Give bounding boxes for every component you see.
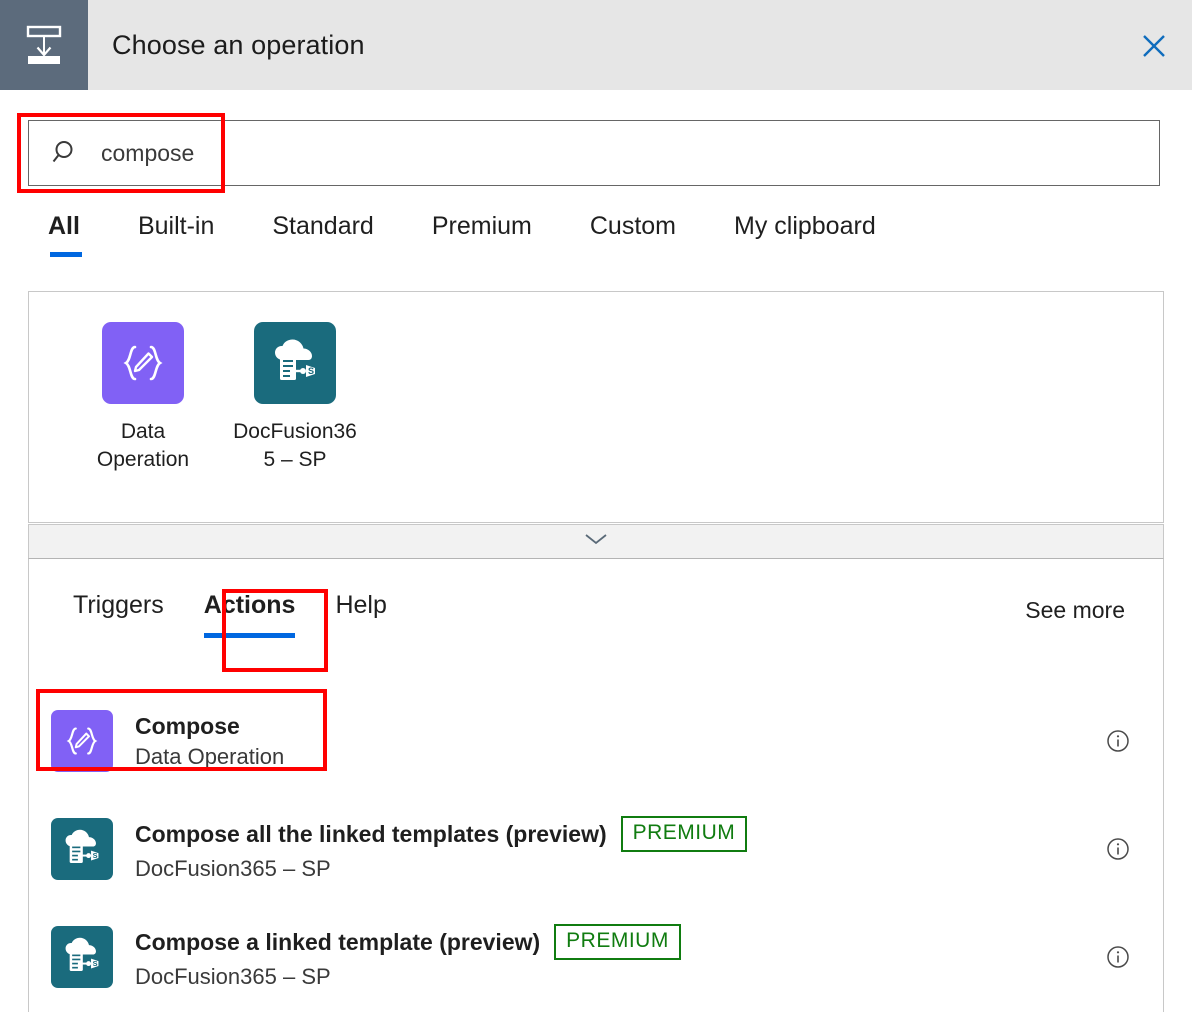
tab-custom[interactable]: Custom [590,212,676,257]
connector-card-label-line1: Data [120,420,166,443]
info-icon[interactable] [1103,836,1133,862]
collapse-connectors-strip[interactable] [28,524,1164,559]
list-item-subtitle: Data Operation [135,743,285,769]
list-item-text: Compose a linked template (preview) PREM… [135,924,1103,990]
search-input-value: compose [101,139,195,166]
docfusion365-icon: S [254,322,336,404]
connector-card-label-line1: DocFusion36 [233,420,357,443]
list-item-text: Compose all the linked templates (previe… [135,816,1103,882]
list-item-title: Compose all the linked templates (previe… [135,820,607,847]
subtab-help[interactable]: Help [335,591,386,638]
list-item-subtitle: DocFusion365 – SP [135,964,331,989]
list-item-title: Compose a linked template (preview) [135,928,541,955]
list-item-title-line: Compose [135,713,1103,740]
tab-all[interactable]: All [48,212,82,257]
list-item[interactable]: Compose Data Operation [29,687,1163,795]
insert-step-icon [0,0,88,90]
tab-premium[interactable]: Premium [432,212,532,257]
operation-type-tabs: Triggers Actions Help [73,591,427,638]
data-operation-icon [51,710,113,772]
svg-text:S: S [93,959,98,968]
list-item-subtitle: DocFusion365 – SP [135,856,331,881]
connector-card-label-line2: 5 – SP [263,448,327,471]
status-badge: PREMIUM [554,924,681,960]
see-more-link[interactable]: See more [1025,597,1125,624]
status-badge: PREMIUM [620,816,748,852]
operation-list: Compose Data Operation S Compose all the… [29,687,1163,1011]
subtab-triggers[interactable]: Triggers [73,591,164,638]
svg-text:S: S [93,851,98,860]
list-item-title: Compose [135,712,240,739]
connector-card-label: DocFusion36 5 – SP [233,418,357,474]
connector-results-panel: Data Operation S DocFusion36 5 – SP [28,291,1164,523]
list-item-text: Compose Data Operation [135,713,1103,770]
connector-card-data-operation[interactable]: Data Operation [77,322,209,474]
connector-grid: Data Operation S DocFusion36 5 – SP [29,292,1163,474]
connector-card-label-line2: Operation [96,448,190,471]
close-icon[interactable] [1134,26,1174,66]
subtab-actions[interactable]: Actions [203,591,295,638]
docfusion365-icon: S [51,818,113,880]
info-icon[interactable] [1103,944,1133,970]
tab-my-clipboard[interactable]: My clipboard [734,212,876,257]
svg-text:S: S [308,366,314,376]
connector-category-tabs: All Built-in Standard Premium Custom My … [48,212,934,278]
search-input[interactable]: compose [28,120,1160,186]
info-icon[interactable] [1103,728,1133,754]
docfusion365-icon: S [51,926,113,988]
list-item-title-line: Compose all the linked templates (previe… [135,816,1103,852]
dialog-header: Choose an operation [0,0,1192,90]
connector-card-docfusion365[interactable]: S DocFusion36 5 – SP [229,322,361,474]
chevron-down-icon [583,532,609,551]
data-operation-icon [102,322,184,404]
search-icon [51,138,81,168]
operation-results-panel: Triggers Actions Help See more Compose D… [28,559,1164,1012]
list-item[interactable]: S Compose all the linked templates (prev… [29,795,1163,903]
page-title: Choose an operation [112,29,365,60]
tab-built-in[interactable]: Built-in [138,212,214,257]
connector-card-label: Data Operation [97,418,189,474]
list-item-title-line: Compose a linked template (preview) PREM… [135,924,1103,960]
tab-standard[interactable]: Standard [272,212,373,257]
list-item[interactable]: S Compose a linked template (preview) PR… [29,903,1163,1011]
